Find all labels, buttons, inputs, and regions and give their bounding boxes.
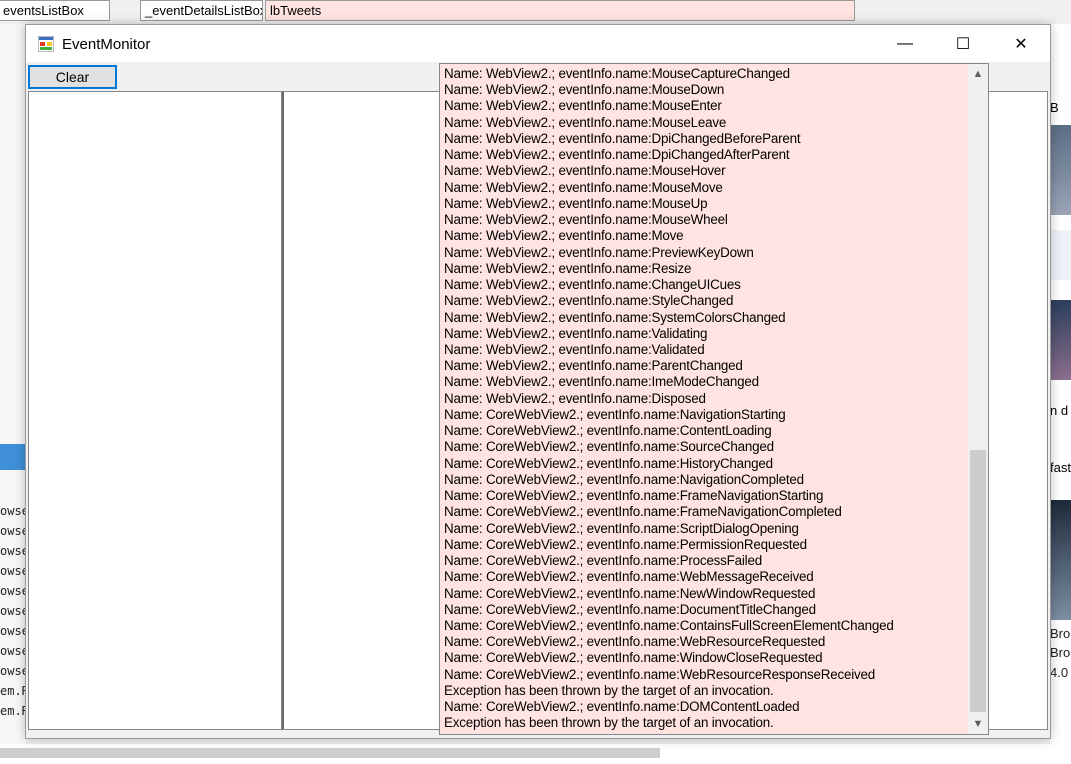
tweet-line[interactable]: Exception has been thrown by the target …	[444, 683, 964, 699]
events-list-box[interactable]	[28, 91, 282, 730]
designer-code-line: em.R	[0, 684, 28, 698]
app-icon	[38, 36, 54, 52]
tweet-line[interactable]: Name: WebView2.; eventInfo.name:MouseLea…	[444, 115, 964, 131]
tweet-line[interactable]: Name: CoreWebView2.; eventInfo.name:WebR…	[444, 634, 964, 650]
designer-thumbnail-image	[1050, 125, 1071, 215]
tweet-line[interactable]: Name: CoreWebView2.; eventInfo.name:Fram…	[444, 504, 964, 520]
tweet-line[interactable]: Name: WebView2.; eventInfo.name:SystemCo…	[444, 310, 964, 326]
designer-horizontal-scrollbar[interactable]	[0, 748, 660, 758]
tweet-line[interactable]: Name: WebView2.; eventInfo.name:ImeModeC…	[444, 374, 964, 390]
designer-code-line: owse	[0, 584, 28, 598]
designer-right-text-fragment: fast	[1050, 460, 1071, 475]
tweet-line[interactable]: Name: CoreWebView2.; eventInfo.name:Navi…	[444, 472, 964, 488]
tweet-line[interactable]: Name: WebView2.; eventInfo.name:Validate…	[444, 342, 964, 358]
designer-code-line: owse	[0, 564, 28, 578]
tweet-line[interactable]: Name: WebView2.; eventInfo.name:MouseHov…	[444, 163, 964, 179]
tweet-line[interactable]: Name: CoreWebView2.; eventInfo.name:Perm…	[444, 537, 964, 553]
designer-code-line: owse	[0, 544, 28, 558]
scroll-up-arrow-icon[interactable]: ▲	[968, 64, 988, 84]
close-button[interactable]: ✕	[992, 25, 1050, 62]
clear-button[interactable]: Clear	[28, 65, 117, 89]
tweet-line[interactable]: Name: CoreWebView2.; eventInfo.name:NewW…	[444, 586, 964, 602]
tweet-line[interactable]: Name: WebView2.; eventInfo.name:MouseUp	[444, 196, 964, 212]
tweet-line[interactable]: Name: WebView2.; eventInfo.name:StyleCha…	[444, 293, 964, 309]
tweet-line[interactable]: Name: CoreWebView2.; eventInfo.name:Proc…	[444, 553, 964, 569]
event-monitor-window: EventMonitor — ☐ ✕ Clear Name: WebView2.…	[25, 24, 1051, 739]
maximize-button[interactable]: ☐	[934, 25, 992, 62]
tweet-line[interactable]: Name: WebView2.; eventInfo.name:Resize	[444, 261, 964, 277]
tweet-line[interactable]: Name: WebView2.; eventInfo.name:DpiChang…	[444, 147, 964, 163]
tweet-line[interactable]: Name: WebView2.; eventInfo.name:ParentCh…	[444, 358, 964, 374]
scroll-thumb[interactable]	[970, 450, 986, 712]
tweet-line[interactable]: Name: WebView2.; eventInfo.name:PreviewK…	[444, 245, 964, 261]
designer-right-text-fragment: n d	[1050, 403, 1069, 418]
tweet-line[interactable]: Name: WebView2.; eventInfo.name:MouseCap…	[444, 66, 964, 82]
designer-right-text-fragment: B	[1050, 100, 1059, 115]
designer-tab-events-listbox[interactable]: eventsListBox	[0, 0, 110, 21]
title-bar[interactable]: EventMonitor — ☐ ✕	[26, 25, 1050, 62]
minimize-button[interactable]: —	[876, 25, 934, 62]
tweet-line[interactable]: Name: WebView2.; eventInfo.name:Disposed	[444, 391, 964, 407]
tweet-line[interactable]: Name: WebView2.; eventInfo.name:ChangeUI…	[444, 277, 964, 293]
tweet-line[interactable]: Name: WebView2.; eventInfo.name:DpiChang…	[444, 131, 964, 147]
designer-photo-image	[1050, 500, 1071, 620]
tweet-line[interactable]: Name: CoreWebView2.; eventInfo.name:Cont…	[444, 423, 964, 439]
tweet-line[interactable]: Name: CoreWebView2.; eventInfo.name:Scri…	[444, 521, 964, 537]
designer-search-area	[1050, 230, 1071, 280]
tweet-line[interactable]: Name: WebView2.; eventInfo.name:MouseEnt…	[444, 98, 964, 114]
tweet-line[interactable]: Name: CoreWebView2.; eventInfo.name:Docu…	[444, 602, 964, 618]
designer-right-text-fragment: Bro	[1050, 626, 1071, 641]
tweet-line[interactable]: Name: CoreWebView2.; eventInfo.name:Wind…	[444, 650, 964, 666]
designer-code-line: em.R	[0, 704, 28, 718]
tweet-line[interactable]: Name: WebView2.; eventInfo.name:Move	[444, 228, 964, 244]
designer-tab-event-details-listbox[interactable]: _eventDetailsListBox	[140, 0, 263, 21]
scroll-down-arrow-icon[interactable]: ▼	[968, 714, 988, 734]
designer-code-line: owse	[0, 604, 28, 618]
designer-landscape-image	[1050, 300, 1071, 380]
designer-selected-row	[0, 444, 26, 470]
tweet-line[interactable]: Exception has been thrown by the target …	[444, 715, 964, 731]
designer-code-line: owse	[0, 624, 28, 638]
tweet-line[interactable]: Name: CoreWebView2.; eventInfo.name:Hist…	[444, 456, 964, 472]
designer-code-line: owse	[0, 504, 28, 518]
tweet-line[interactable]: Name: CoreWebView2.; eventInfo.name:Fram…	[444, 488, 964, 504]
designer-code-line: owse	[0, 664, 28, 678]
designer-right-text-fragment: Bro	[1050, 645, 1071, 660]
tweets-lines-container: Name: WebView2.; eventInfo.name:MouseCap…	[444, 66, 964, 732]
tweet-line[interactable]: Name: WebView2.; eventInfo.name:MouseDow…	[444, 82, 964, 98]
tweet-line[interactable]: Name: WebView2.; eventInfo.name:MouseWhe…	[444, 212, 964, 228]
tweet-line[interactable]: Name: WebView2.; eventInfo.name:Validati…	[444, 326, 964, 342]
tweet-line[interactable]: Name: CoreWebView2.; eventInfo.name:WebR…	[444, 667, 964, 683]
tweet-line[interactable]: Name: CoreWebView2.; eventInfo.name:Sour…	[444, 439, 964, 455]
tweet-line[interactable]: Name: CoreWebView2.; eventInfo.name:WebM…	[444, 569, 964, 585]
designer-right-text-fragment: 4.0	[1050, 665, 1069, 680]
designer-code-line: owse	[0, 524, 28, 538]
tweets-list-box[interactable]: Name: WebView2.; eventInfo.name:MouseCap…	[439, 63, 989, 735]
tweet-line[interactable]: Name: CoreWebView2.; eventInfo.name:DOMC…	[444, 699, 964, 715]
tweet-line[interactable]: Name: CoreWebView2.; eventInfo.name:Navi…	[444, 407, 964, 423]
tweet-line[interactable]: Name: CoreWebView2.; eventInfo.name:Cont…	[444, 618, 964, 634]
tweets-vertical-scrollbar[interactable]: ▲ ▼	[968, 64, 988, 734]
window-title: EventMonitor	[62, 36, 151, 53]
designer-code-line: owse	[0, 644, 28, 658]
tweet-line[interactable]: Name: WebView2.; eventInfo.name:MouseMov…	[444, 180, 964, 196]
designer-tab-lbtweets[interactable]: lbTweets	[265, 0, 855, 21]
